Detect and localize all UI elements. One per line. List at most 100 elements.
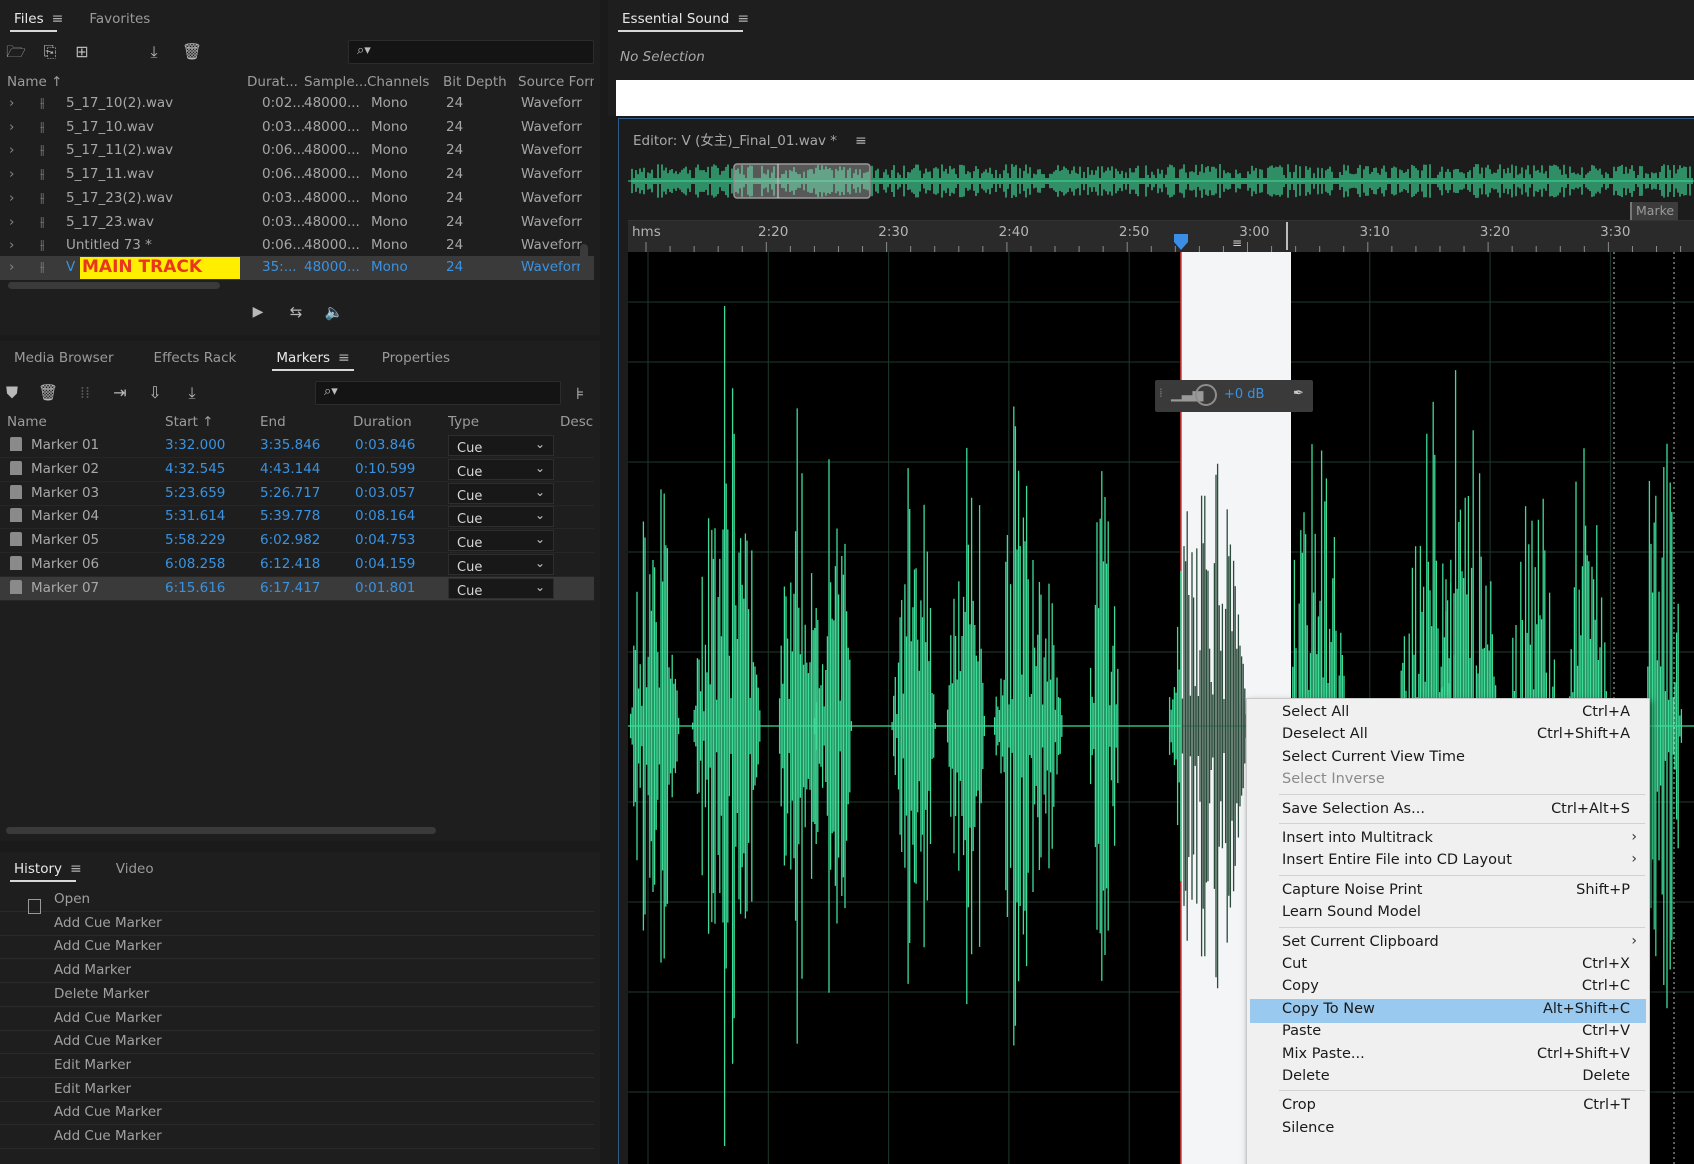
open-folder-icon[interactable]: 🗁: [4, 42, 28, 62]
panel-menu-icon[interactable]: ≡: [855, 133, 867, 149]
expand-chevron-icon[interactable]: ›: [9, 237, 14, 253]
files-search-input[interactable]: ⌕▾: [348, 40, 594, 64]
marker-row[interactable]: Marker 06 6:08.258 6:12.418 0:04.159 Cue ⌄: [0, 553, 594, 577]
tab-properties[interactable]: Properties: [368, 341, 464, 375]
marker-row[interactable]: Marker 07 6:15.616 6:17.417 0:01.801 Cue ⌄: [0, 576, 594, 601]
export-selection-icon[interactable]: ⇩: [143, 383, 167, 403]
batch-process-icon[interactable]: ⤓: [180, 383, 204, 403]
tab-effects-rack[interactable]: Effects Rack: [140, 341, 251, 375]
marker-row[interactable]: Marker 05 5:58.229 6:02.982 0:04.753 Cue ⌄: [0, 529, 594, 554]
overview-marker-label[interactable]: Marke: [1630, 202, 1679, 220]
tab-markers[interactable]: Markers ≡: [262, 341, 363, 375]
tab-essential-sound[interactable]: Essential Sound ≡: [608, 2, 753, 36]
col-name[interactable]: Name ↑: [7, 74, 62, 90]
history-item[interactable]: Edit Marker: [0, 1054, 594, 1078]
menu-item-paste[interactable]: Paste Ctrl+V: [1247, 1021, 1649, 1045]
selection-end-bracket[interactable]: [1286, 222, 1294, 250]
menu-item-learn-sound-model[interactable]: Learn Sound Model: [1247, 902, 1649, 926]
import-icon[interactable]: ⎘: [38, 42, 62, 62]
marker-row[interactable]: Marker 04 5:31.614 5:39.778 0:08.164 Cue ⌄: [0, 505, 594, 530]
expand-chevron-icon[interactable]: ›: [9, 95, 14, 111]
col-duration[interactable]: Duration: [353, 414, 412, 430]
history-item[interactable]: Open: [0, 888, 594, 912]
panel-menu-icon[interactable]: ≡: [52, 2, 64, 36]
volume-knob-icon[interactable]: [1195, 384, 1217, 406]
history-item[interactable]: Edit Marker: [0, 1078, 594, 1102]
menu-item-insert-into-multitrack[interactable]: Insert into Multitrack ›: [1247, 828, 1649, 852]
menu-item-delete[interactable]: Delete Delete: [1247, 1066, 1649, 1090]
pin-icon[interactable]: ✒: [1293, 386, 1304, 401]
col-end[interactable]: End: [260, 414, 286, 430]
waveform-overview[interactable]: [628, 162, 1694, 200]
expand-chevron-icon[interactable]: ›: [9, 142, 14, 158]
tab-favorites[interactable]: Favorites: [75, 2, 164, 36]
col-start[interactable]: Start ↑: [165, 414, 214, 430]
marker-type-select[interactable]: Cue ⌄: [448, 554, 554, 575]
insert-icon[interactable]: ⤓: [142, 42, 166, 62]
play-icon[interactable]: ▶: [246, 302, 270, 322]
col-description[interactable]: Desc: [560, 414, 594, 430]
expand-chevron-icon[interactable]: ›: [9, 166, 14, 182]
markers-horizontal-scrollbar[interactable]: [6, 827, 436, 834]
expand-chevron-icon[interactable]: ›: [9, 259, 14, 275]
expand-chevron-icon[interactable]: ›: [9, 119, 14, 135]
menu-item-deselect-all[interactable]: Deselect All Ctrl+Shift+A: [1247, 724, 1649, 748]
marker-row[interactable]: Marker 01 3:32.000 3:35.846 0:03.846 Cue ⌄: [0, 434, 594, 458]
file-row[interactable]: › ⫲ 5_17_23(2).wav 0:03... 48000... Mono 24 Wav…: [0, 187, 594, 211]
menu-item-save-selection-as[interactable]: Save Selection As... Ctrl+Alt+S: [1247, 799, 1649, 823]
marker-type-select[interactable]: Cue ⌄: [448, 435, 554, 456]
col-duration[interactable]: Durat...: [247, 74, 298, 90]
markers-search-input[interactable]: ⌕▾: [315, 381, 561, 405]
menu-item-silence[interactable]: Silence: [1247, 1118, 1649, 1142]
tab-history[interactable]: History ≡: [0, 852, 86, 886]
marker-type-select[interactable]: Cue ⌄: [448, 458, 554, 480]
marker-type-select[interactable]: Cue ⌄: [448, 482, 554, 504]
menu-item-set-current-clipboard[interactable]: Set Current Clipboard ›: [1247, 932, 1649, 956]
add-marker-icon[interactable]: ⛊: [0, 383, 24, 403]
marker-row[interactable]: Marker 03 5:23.659 5:26.717 0:03.057 Cue ⌄: [0, 482, 594, 506]
editor-title[interactable]: Editor: V (女主)_Final_01.wav * ≡: [633, 129, 867, 149]
menu-item-mix-paste[interactable]: Mix Paste... Ctrl+Shift+V: [1247, 1044, 1649, 1068]
filter-icon[interactable]: ⊧: [568, 384, 592, 404]
files-vertical-scrollbar[interactable]: [580, 244, 588, 278]
col-marker-name[interactable]: Name: [7, 414, 47, 430]
tab-files[interactable]: Files ≡: [0, 2, 67, 36]
menu-item-cut[interactable]: Cut Ctrl+X: [1247, 954, 1649, 978]
history-item[interactable]: Delete Marker: [0, 983, 594, 1007]
marker-type-select[interactable]: Cue ⌄: [448, 577, 554, 599]
panel-menu-icon[interactable]: ≡: [338, 341, 350, 375]
file-row[interactable]: › ⫲ 5_17_23.wav 0:03... 48000... Mono 24 Wavefo…: [0, 211, 594, 235]
history-item[interactable]: Add Cue Marker: [0, 1030, 594, 1055]
marker-type-select[interactable]: Cue ⌄: [448, 506, 554, 528]
menu-item-crop[interactable]: Crop Ctrl+T: [1247, 1095, 1649, 1119]
marker-row[interactable]: Marker 02 4:32.545 4:43.144 0:10.599 Cue ⌄: [0, 458, 594, 482]
menu-item-copy-to-new[interactable]: Copy To New Alt+Shift+C: [1250, 998, 1646, 1023]
files-horizontal-scrollbar[interactable]: [8, 282, 220, 289]
hud-panel[interactable]: ⁞ ▁▃▅ +0 dB ✒: [1155, 380, 1313, 412]
history-item[interactable]: Add Cue Marker: [0, 935, 594, 960]
expand-chevron-icon[interactable]: ›: [9, 214, 14, 230]
file-row[interactable]: › ⫲ Untitled 73 * 0:06... 48000... Mono 24 Wave…: [0, 234, 594, 258]
file-row[interactable]: › ⫲ 5_17_11.wav 0:06... 48000... Mono 24 Wavefo…: [0, 163, 594, 187]
panel-menu-icon[interactable]: ≡: [70, 852, 82, 886]
panel-menu-icon[interactable]: ≡: [737, 2, 749, 36]
hud-gain-value[interactable]: +0 dB: [1224, 387, 1264, 402]
menu-item-capture-noise-print[interactable]: Capture Noise Print Shift+P: [1247, 880, 1649, 904]
history-item[interactable]: Add Cue Marker: [0, 1125, 594, 1149]
col-type[interactable]: Type: [448, 414, 479, 430]
hud-drag-handle-icon[interactable]: ⁞: [1159, 386, 1163, 400]
tab-media-browser[interactable]: Media Browser: [0, 341, 128, 375]
history-item[interactable]: Add Marker: [0, 959, 594, 984]
insert-into-playlist-icon[interactable]: ⇥: [108, 383, 132, 403]
loop-icon[interactable]: ⇆: [284, 302, 308, 322]
menu-item-select-current-view-time[interactable]: Select Current View Time: [1247, 747, 1649, 771]
col-bitdepth[interactable]: Bit Depth: [443, 74, 507, 90]
history-item[interactable]: Add Cue Marker: [0, 1007, 594, 1031]
file-row[interactable]: › ⫲ 5_17_10(2).wav 0:02... 48000... Mono 24 Wav…: [0, 92, 594, 116]
new-file-icon[interactable]: ⊞: [70, 42, 94, 62]
trash-icon[interactable]: 🗑: [180, 42, 204, 62]
col-channels[interactable]: Channels: [367, 74, 429, 90]
file-row[interactable]: › ⫲ 5_17_10.wav 0:03... 48000... Mono 24 Wavefo…: [0, 116, 594, 140]
history-item[interactable]: Add Cue Marker: [0, 1101, 594, 1126]
playhead-marker[interactable]: [1174, 234, 1188, 250]
